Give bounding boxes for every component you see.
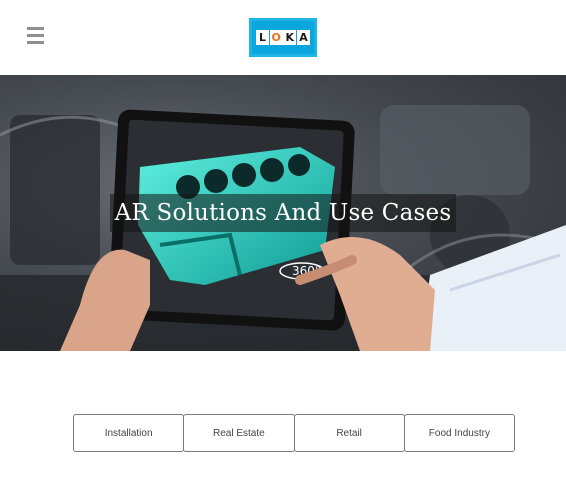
logo-letter-o: O — [269, 30, 283, 45]
tab-retail[interactable]: Retail — [293, 414, 405, 452]
logo-letter-a: A — [296, 30, 310, 45]
hero-banner: 360° AR Solutions And Use Cases — [0, 75, 566, 351]
logo-inner: L O K A — [252, 21, 314, 54]
use-case-tabs: Installation Real Estate Retail Food Ind… — [73, 414, 515, 452]
hero-title: AR Solutions And Use Cases — [114, 200, 452, 226]
loka-logo[interactable]: L O K A — [249, 18, 317, 57]
tab-food-industry[interactable]: Food Industry — [403, 414, 515, 452]
tab-real-estate[interactable]: Real Estate — [183, 414, 295, 452]
site-header: L O K A — [0, 0, 566, 75]
tab-installation[interactable]: Installation — [73, 414, 185, 452]
logo-letter-k: K — [283, 30, 297, 45]
logo-letter-l: L — [256, 30, 269, 45]
hamburger-menu-icon[interactable] — [27, 27, 44, 44]
